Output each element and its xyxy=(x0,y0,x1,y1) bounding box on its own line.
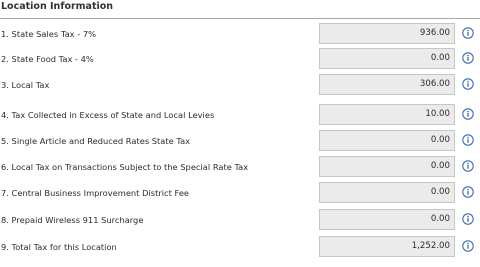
amount-field[interactable]: 0.00 xyxy=(319,130,455,151)
tax-row-total: 9. Total Tax for this Location 1,252.00 xyxy=(0,235,480,260)
tax-row-state-sales-tax: 1. State Sales Tax - 7% 936.00 xyxy=(0,22,480,47)
tax-row-excess-levies: 4. Tax Collected in Excess of State and … xyxy=(0,103,480,128)
amount-field[interactable]: 0.00 xyxy=(319,209,455,230)
amount-field[interactable]: 0.00 xyxy=(319,182,455,203)
row-label: 3. Local Tax xyxy=(1,80,50,90)
section-title: Location Information xyxy=(1,1,114,12)
row-label: 2. State Food Tax - 4% xyxy=(1,54,94,64)
tax-row-special-rate: 6. Local Tax on Transactions Subject to … xyxy=(0,155,480,180)
tax-row-single-article: 5. Single Article and Reduced Rates Stat… xyxy=(0,129,480,154)
row-label: 6. Local Tax on Transactions Subject to … xyxy=(1,162,249,172)
tax-row-wireless-surcharge: 8. Prepaid Wireless 911 Surcharge 0.00 xyxy=(0,208,480,233)
amount-field[interactable]: 0.00 xyxy=(319,156,455,177)
section-header: Location Information xyxy=(0,0,480,19)
info-icon[interactable] xyxy=(462,27,474,39)
total-amount-field[interactable]: 1,252.00 xyxy=(319,236,455,257)
info-icon[interactable] xyxy=(462,160,474,172)
tax-row-local-tax: 3. Local Tax 306.00 xyxy=(0,73,480,98)
row-label: 4. Tax Collected in Excess of State and … xyxy=(1,110,215,120)
row-label: 9. Total Tax for this Location xyxy=(1,242,117,252)
amount-field[interactable]: 0.00 xyxy=(319,48,455,69)
row-label: 7. Central Business Improvement District… xyxy=(1,188,190,198)
tax-row-state-food-tax: 2. State Food Tax - 4% 0.00 xyxy=(0,47,480,72)
info-icon[interactable] xyxy=(462,186,474,198)
amount-field[interactable]: 306.00 xyxy=(319,74,455,95)
info-icon[interactable] xyxy=(462,78,474,90)
tax-row-business-district-fee: 7. Central Business Improvement District… xyxy=(0,181,480,206)
row-label: 8. Prepaid Wireless 911 Surcharge xyxy=(1,215,144,225)
info-icon[interactable] xyxy=(462,213,474,225)
info-icon[interactable] xyxy=(462,240,474,252)
info-icon[interactable] xyxy=(462,134,474,146)
amount-field[interactable]: 10.00 xyxy=(319,104,455,125)
info-icon[interactable] xyxy=(462,108,474,120)
row-label: 5. Single Article and Reduced Rates Stat… xyxy=(1,136,191,146)
row-label: 1. State Sales Tax - 7% xyxy=(1,29,96,39)
amount-field[interactable]: 936.00 xyxy=(319,23,455,44)
info-icon[interactable] xyxy=(462,52,474,64)
